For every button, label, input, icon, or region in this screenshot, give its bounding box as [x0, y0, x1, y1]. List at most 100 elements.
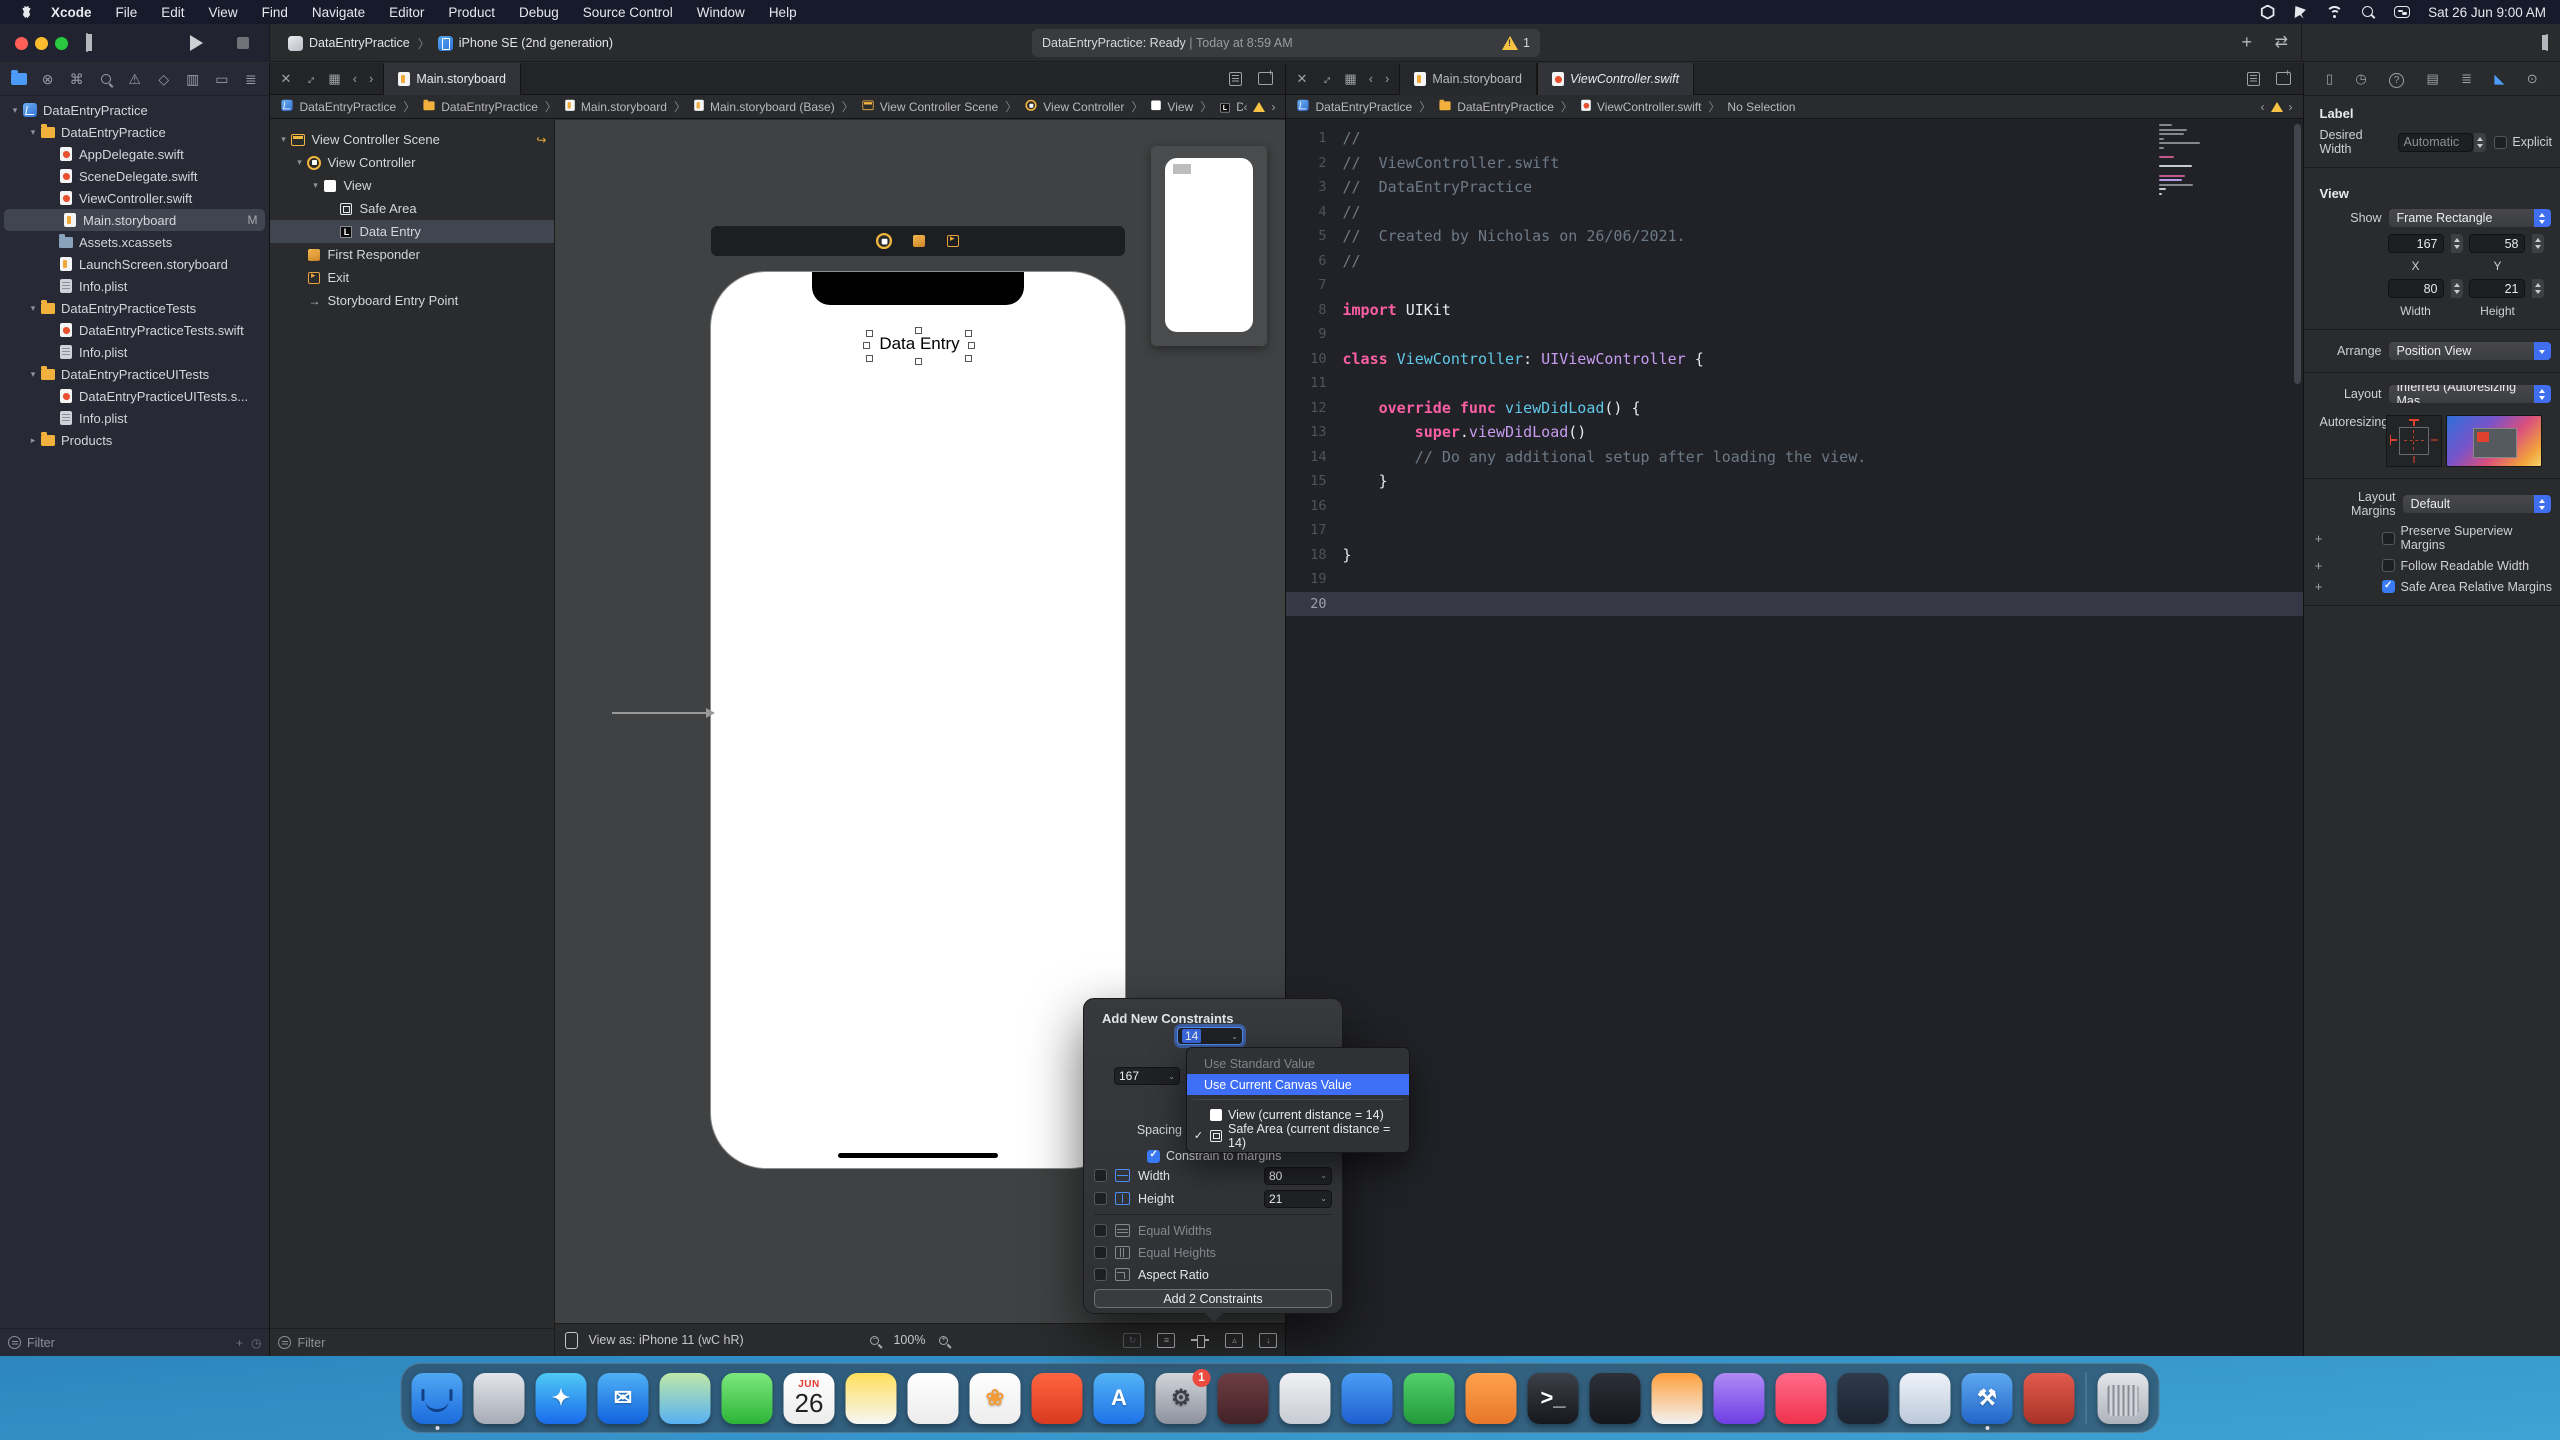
navigator-tab-issue-navigator[interactable]: ⚠ — [123, 67, 147, 91]
dock-icon-reminders[interactable] — [908, 1373, 959, 1424]
toggle-navigator-button[interactable] — [86, 33, 88, 53]
breadcrumb-view[interactable]: View — [1167, 100, 1193, 114]
code-editor[interactable]: 1//2// ViewController.swift3// DataEntry… — [1286, 120, 2302, 1356]
issue-back-icon[interactable]: ‹ — [2261, 100, 2265, 114]
menu-item-safe-area-current-distance-14-[interactable]: ✓Safe Area (current distance = 14) — [1187, 1125, 1409, 1146]
inspector-tab-attributes-inspector[interactable]: ≣ — [2461, 71, 2472, 87]
equal-widths-checkbox[interactable] — [1094, 1224, 1107, 1237]
jumpbar-warning-icon[interactable] — [2271, 102, 2283, 112]
checkbox-follow-readable-width[interactable] — [2382, 559, 2395, 572]
disclosure-icon[interactable]: ▾ — [26, 369, 40, 380]
tree-item-dataentrypracticeuitests-s-[interactable]: DataEntryPracticeUITests.s... — [0, 385, 269, 407]
menu-bar-clock[interactable]: Sat 26 Jun 9:00 AM — [2428, 5, 2546, 20]
add-constraint-plus-icon[interactable]: + — [2312, 579, 2326, 594]
kite-status-icon[interactable] — [2293, 5, 2308, 20]
code-line-20[interactable]: 20 — [1286, 592, 2302, 617]
apple-menu-icon[interactable] — [20, 6, 33, 19]
width-constraint-checkbox[interactable] — [1094, 1169, 1107, 1182]
height-field[interactable]: 21 — [2469, 279, 2525, 298]
tab-main-storyboard[interactable]: Main.storyboard — [383, 63, 521, 95]
code-line-5[interactable]: 5// Created by Nicholas on 26/06/2021. — [1286, 224, 2302, 249]
tree-item-dataentrypractice[interactable]: ▾DataEntryPractice — [0, 121, 269, 143]
scheme-device-name[interactable]: iPhone SE (2nd generation) — [459, 36, 613, 50]
dock-icon-terminal[interactable]: >_ — [1528, 1373, 1579, 1424]
device-icon[interactable] — [565, 1332, 578, 1349]
tree-item-dataentrypracticeuitests[interactable]: ▾DataEntryPracticeUITests — [0, 363, 269, 385]
forward-icon[interactable]: › — [1385, 71, 1389, 86]
outline-item-data-entry[interactable]: LData Entry — [270, 220, 554, 243]
tree-item-launchscreen-storyboard[interactable]: LaunchScreen.storyboard — [0, 253, 269, 275]
code-line-1[interactable]: 1// — [1286, 126, 2302, 151]
editor-options-icon[interactable]: ▦ — [1344, 71, 1356, 87]
dock-icon-mail[interactable]: ✉ — [598, 1373, 649, 1424]
hexagon-status-icon[interactable] — [2260, 5, 2275, 20]
navigator-filter-input[interactable]: Filter — [27, 1336, 55, 1350]
navigator-tab-symbol-navigator[interactable]: ⌘ — [65, 67, 89, 91]
outline-item-safe-area[interactable]: Safe Area — [270, 197, 554, 220]
breadcrumb-view-controller-scene[interactable]: View Controller Scene — [880, 100, 999, 114]
dock-icon-maps[interactable] — [660, 1373, 711, 1424]
menu-source-control[interactable]: Source Control — [571, 0, 685, 24]
dock-icon-books[interactable] — [1652, 1373, 1703, 1424]
tab-viewcontroller-swift[interactable]: ViewController.swift — [1537, 63, 1694, 95]
menu-item-use-standard-value[interactable]: Use Standard Value — [1187, 1053, 1409, 1074]
outline-item-view-controller[interactable]: ▾View Controller — [270, 151, 554, 174]
inspector-tab-file-inspector[interactable]: ▯ — [2326, 71, 2333, 87]
breadcrumb-dataentrypractice[interactable]: DataEntryPractice — [441, 100, 538, 114]
issue-back-icon[interactable]: ‹ — [1243, 100, 1247, 114]
desired-width-field[interactable]: Automatic — [2398, 133, 2474, 152]
navigator-tab-source-control-navigator[interactable]: ⊗ — [36, 67, 60, 91]
dock-icon-dictionary[interactable] — [1280, 1373, 1331, 1424]
breadcrumb-dataentrypractice[interactable]: DataEntryPractice — [1457, 100, 1554, 114]
add-editor-icon[interactable] — [1258, 72, 1273, 85]
navigator-tab-project-navigator[interactable] — [7, 67, 31, 91]
tree-item-info-plist[interactable]: Info.plist — [0, 275, 269, 297]
navigator-tab-report-navigator[interactable]: ≣ — [239, 67, 263, 91]
dock-icon-trash[interactable] — [2098, 1373, 2149, 1424]
breadcrumb-data-entry[interactable]: Data Entry — [1236, 100, 1243, 114]
inspector-tab-size-inspector[interactable]: ◣ — [2494, 71, 2504, 87]
dock-icon-numbers[interactable] — [1404, 1373, 1455, 1424]
control-center-icon[interactable] — [2394, 6, 2410, 18]
scene-arrow-icon[interactable]: ↪ — [536, 133, 546, 147]
show-select[interactable]: Frame Rectangle — [2388, 208, 2553, 228]
tree-item-assets-xcassets[interactable]: Assets.xcassets — [0, 231, 269, 253]
code-line-11[interactable]: 11 — [1286, 371, 2302, 396]
dock-icon-messages[interactable] — [722, 1373, 773, 1424]
editor-options-icon[interactable]: ▦ — [328, 71, 340, 87]
breadcrumb-dataentrypractice[interactable]: DataEntryPractice — [1315, 100, 1412, 114]
disclosure-icon[interactable]: ▾ — [276, 134, 290, 145]
scene-thumbnail[interactable] — [1151, 146, 1267, 346]
add-editor-icon[interactable] — [2276, 72, 2291, 85]
disclosure-icon[interactable]: ▾ — [26, 303, 40, 314]
dock-icon-notes[interactable] — [846, 1373, 897, 1424]
resolve-autolayout-button[interactable]: ▵ — [1225, 1333, 1243, 1348]
dock-icon-app-store[interactable]: A — [1094, 1373, 1145, 1424]
outline-item-first-responder[interactable]: First Responder — [270, 243, 554, 266]
embed-in-button[interactable]: ↓ — [1259, 1333, 1277, 1348]
dock-icon-keynote[interactable] — [1342, 1373, 1393, 1424]
disclosure-icon[interactable]: ▾ — [308, 180, 322, 191]
top-spacing-field[interactable]: 14⌄ — [1177, 1027, 1243, 1045]
dock-icon-simulator[interactable] — [1900, 1373, 1951, 1424]
stop-button[interactable] — [237, 37, 249, 49]
code-line-17[interactable]: 17 — [1286, 518, 2302, 543]
menu-find[interactable]: Find — [250, 0, 300, 24]
menu-help[interactable]: Help — [757, 0, 809, 24]
expand-editor-icon[interactable]: ↔ — [1316, 69, 1336, 89]
outline-item-storyboard-entry-point[interactable]: Storyboard Entry Point — [270, 289, 554, 312]
disclosure-icon[interactable]: ▾ — [292, 157, 306, 168]
height-constraint-checkbox[interactable] — [1094, 1192, 1107, 1205]
code-line-3[interactable]: 3// DataEntryPractice — [1286, 175, 2302, 200]
add-constraint-plus-icon[interactable]: + — [2312, 558, 2326, 573]
menu-product[interactable]: Product — [436, 0, 507, 24]
y-field[interactable]: 58 — [2469, 234, 2525, 253]
dock-icon-podcasts[interactable] — [1714, 1373, 1765, 1424]
tree-item-appdelegate-swift[interactable]: AppDelegate.swift — [0, 143, 269, 165]
zoom-level[interactable]: 100% — [893, 1333, 925, 1347]
view-as-label[interactable]: View as: iPhone 11 (wC hR) — [588, 1333, 743, 1347]
code-line-19[interactable]: 19 — [1286, 567, 2302, 592]
spotlight-icon[interactable] — [2361, 5, 2376, 20]
code-line-8[interactable]: 8import UIKit — [1286, 298, 2302, 323]
menu-navigate[interactable]: Navigate — [300, 0, 377, 24]
